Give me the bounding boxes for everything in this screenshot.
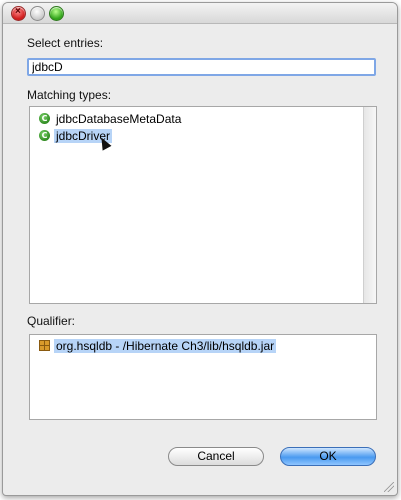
class-icon: C [39,130,50,141]
zoom-window-button[interactable] [49,6,64,21]
select-entries-label: Select entries: [27,36,104,50]
matching-types-label: Matching types: [27,88,112,102]
cancel-button[interactable]: Cancel [168,447,264,466]
resize-grip-icon[interactable] [384,482,394,492]
qualifier-list[interactable]: org.hsqldb - /Hibernate Ch3/lib/hsqldb.j… [29,334,377,420]
dialog-window: × Select entries: Matching types: C jdbc… [2,2,398,496]
close-window-button[interactable]: × [11,6,26,21]
vertical-scrollbar[interactable] [363,107,376,303]
close-icon: × [15,6,21,17]
list-item[interactable]: org.hsqldb - /Hibernate Ch3/lib/hsqldb.j… [39,339,277,353]
minimize-window-button[interactable] [30,6,45,21]
title-bar: × [3,3,397,24]
matching-types-list[interactable]: C jdbcDatabaseMetaData C jdbcDriver [29,106,377,304]
ok-button[interactable]: OK [280,447,376,466]
jar-icon [39,340,50,351]
type-name: jdbcDatabaseMetaData [56,112,182,126]
qualifier-label: Qualifier: [27,314,76,328]
list-item[interactable]: C jdbcDatabaseMetaData [39,112,183,126]
class-icon: C [39,113,50,124]
search-field[interactable] [27,58,376,76]
search-input[interactable] [29,60,374,74]
qualifier-name: org.hsqldb - /Hibernate Ch3/lib/hsqldb.j… [54,339,277,353]
